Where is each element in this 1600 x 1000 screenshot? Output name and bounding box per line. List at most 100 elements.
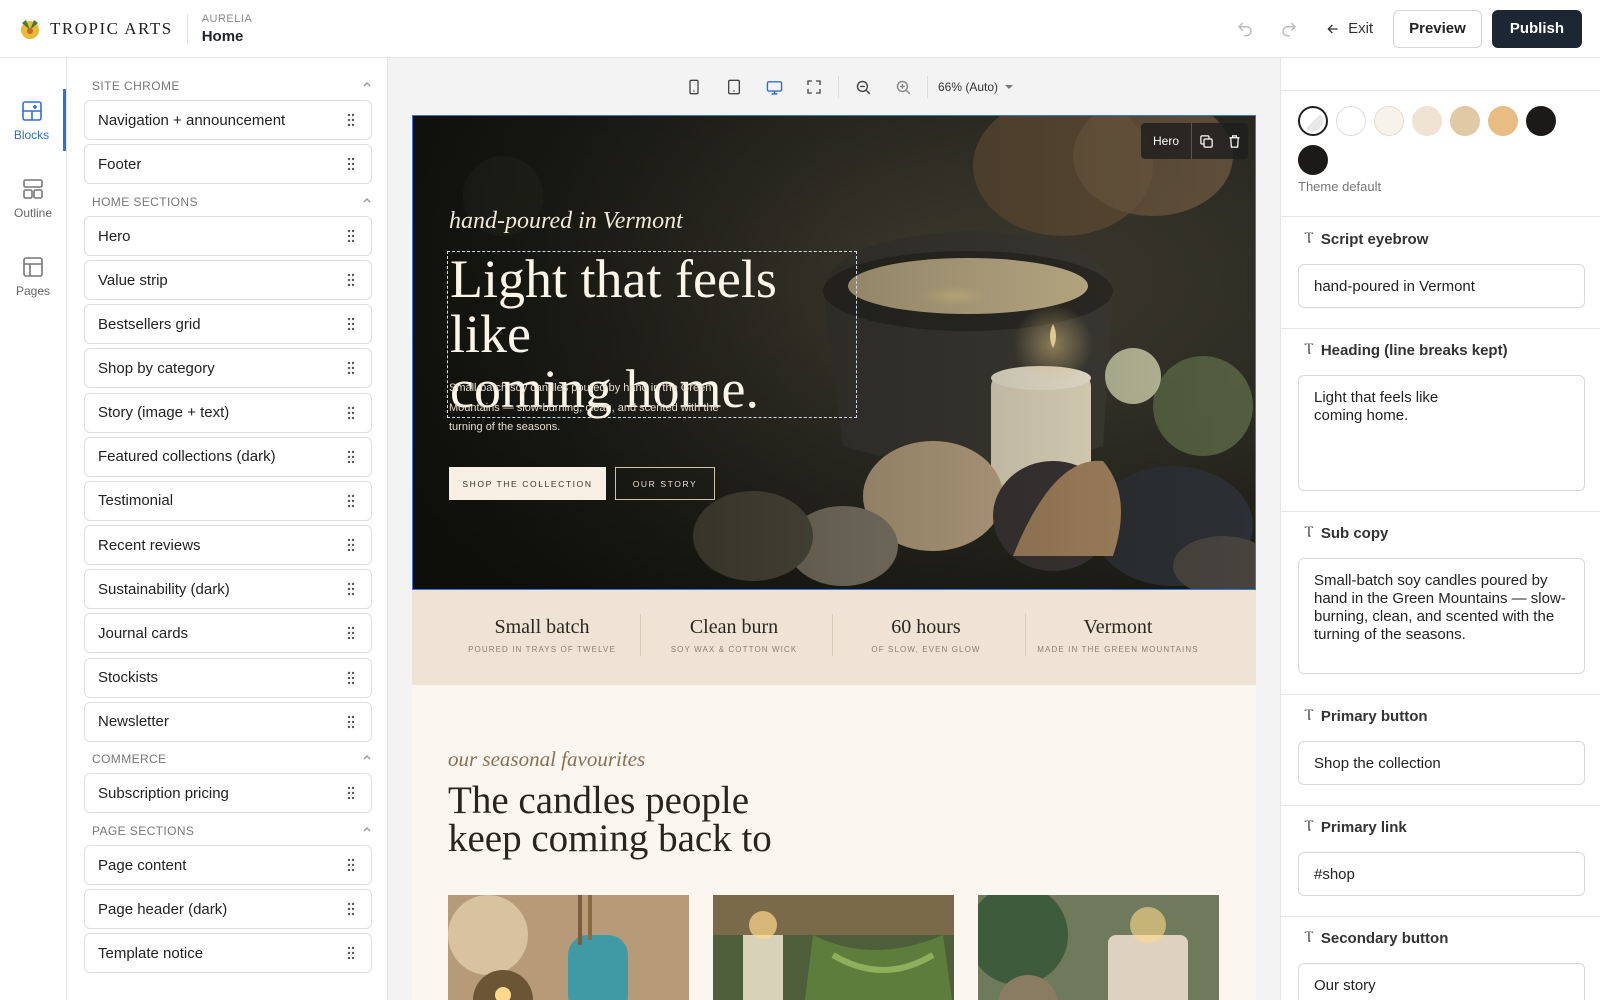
inspector-panel: Theme default Ⲧ Script eyebrow hand-poure…	[1280, 58, 1600, 1000]
value-item: Clean burn SOY WAX & COTTON WICK	[638, 616, 830, 654]
block-item[interactable]: Recent reviews	[84, 525, 372, 566]
swatch-black[interactable]	[1526, 106, 1556, 136]
arrow-left-icon	[1327, 24, 1338, 33]
outline-icon	[23, 178, 43, 199]
value-item: Small batch POURED IN TRAYS OF TWELVE	[446, 616, 638, 654]
drag-handle-icon[interactable]	[347, 406, 355, 420]
rail-item-blocks[interactable]: Blocks	[0, 89, 66, 151]
subcopy-textarea[interactable]: Small-batch soy candles poured by hand i…	[1298, 558, 1585, 674]
block-item[interactable]: Navigation + announcement	[84, 100, 372, 140]
block-item[interactable]: Page content	[84, 845, 372, 885]
redo-button[interactable]	[1267, 10, 1311, 48]
swatch-black-2[interactable]	[1298, 145, 1328, 175]
block-item[interactable]: Journal cards	[84, 613, 372, 654]
block-item[interactable]: Value strip	[84, 260, 372, 301]
drag-handle-icon[interactable]	[347, 361, 355, 375]
zoom-out-button[interactable]	[843, 74, 883, 100]
exit-button[interactable]: Exit	[1311, 20, 1393, 37]
drag-handle-icon[interactable]	[347, 229, 355, 243]
bestsellers-eyebrow[interactable]: our seasonal favourites	[448, 747, 645, 772]
block-item[interactable]: Template notice	[84, 933, 372, 974]
duplicate-button[interactable]	[1192, 134, 1220, 149]
primary-link-input[interactable]: #shop	[1298, 852, 1585, 896]
block-item[interactable]: Featured collections (dark)	[84, 436, 372, 477]
primary-button-input[interactable]: Shop the collection	[1298, 741, 1585, 785]
group-header[interactable]: COMMERCE	[92, 752, 372, 766]
swatch-white[interactable]	[1336, 106, 1366, 136]
drag-handle-icon[interactable]	[347, 113, 355, 127]
desktop-view-button[interactable]	[754, 74, 794, 100]
drag-handle-icon[interactable]	[347, 450, 355, 464]
rail-item-outline[interactable]: Outline	[0, 167, 66, 229]
swatch-amber[interactable]	[1488, 106, 1518, 136]
block-item[interactable]: Story (image + text)	[84, 392, 372, 433]
block-item[interactable]: Sustainability (dark)	[84, 569, 372, 610]
secondary-button-input[interactable]: Our story	[1298, 963, 1585, 1000]
product-photo-2	[713, 895, 954, 1000]
drag-handle-icon[interactable]	[347, 157, 355, 171]
mobile-view-button[interactable]	[674, 74, 714, 100]
group-header[interactable]: PAGE SECTIONS	[92, 824, 372, 838]
block-item[interactable]: Testimonial	[84, 480, 372, 521]
drag-handle-icon[interactable]	[347, 786, 355, 800]
text-type-icon: Ⲧ	[1304, 929, 1314, 946]
drag-handle-icon[interactable]	[347, 858, 355, 872]
hero-section[interactable]: Hero hand-poured in Vermont Light that f…	[412, 115, 1256, 590]
brand-logo[interactable]: TROPIC ARTS	[18, 17, 173, 41]
fullscreen-button[interactable]	[794, 74, 834, 100]
hero-secondary-button[interactable]: OUR STORY	[615, 467, 715, 500]
heading-textarea[interactable]: Light that feels like coming home.	[1298, 375, 1585, 491]
field-label: Ⲧ Primary link	[1304, 818, 1407, 836]
swatch-sand[interactable]	[1412, 106, 1442, 136]
product-card-image[interactable]	[448, 895, 689, 1000]
hero-eyebrow[interactable]: hand-poured in Vermont	[449, 208, 683, 235]
zoom-in-icon	[896, 80, 910, 94]
divider	[927, 76, 928, 98]
hero-primary-button[interactable]: SHOP THE COLLECTION	[449, 467, 606, 500]
block-item-label: Story (image + text)	[98, 404, 230, 422]
block-item[interactable]: Hero	[84, 216, 372, 256]
swatch-cream[interactable]	[1374, 106, 1404, 136]
drag-handle-icon[interactable]	[347, 317, 355, 331]
drag-handle-icon[interactable]	[347, 494, 355, 508]
bestsellers-heading[interactable]: The candles people keep coming back to	[448, 781, 772, 858]
block-item[interactable]: Stockists	[84, 657, 372, 698]
swatch-tan[interactable]	[1450, 106, 1480, 136]
block-item-label: Featured collections (dark)	[98, 448, 276, 466]
zoom-value: 66% (Auto)	[938, 80, 999, 94]
zoom-select[interactable]: 66% (Auto)	[938, 80, 1014, 94]
swatch-theme-default[interactable]	[1298, 106, 1328, 136]
tablet-view-button[interactable]	[714, 74, 754, 100]
group-header[interactable]: HOME SECTIONS	[92, 195, 372, 209]
block-item[interactable]: Page header (dark)	[84, 889, 372, 930]
block-item[interactable]: Shop by category	[84, 348, 372, 389]
value-strip-section[interactable]: Small batch POURED IN TRAYS OF TWELVE Cle…	[412, 590, 1256, 685]
block-item[interactable]: Newsletter	[84, 701, 372, 742]
drag-handle-icon[interactable]	[347, 946, 355, 960]
rail-item-pages[interactable]: Pages	[0, 245, 66, 307]
block-item[interactable]: Subscription pricing	[84, 773, 372, 813]
block-item[interactable]: Bestsellers grid	[84, 304, 372, 345]
product-card-image[interactable]	[978, 895, 1219, 1000]
block-item[interactable]: Footer	[84, 144, 372, 185]
group-header[interactable]: SITE CHROME	[92, 79, 372, 93]
publish-button[interactable]: Publish	[1491, 9, 1582, 48]
delete-button[interactable]	[1220, 134, 1248, 149]
drag-handle-icon[interactable]	[347, 538, 355, 552]
drag-handle-icon[interactable]	[347, 671, 355, 685]
drag-handle-icon[interactable]	[347, 626, 355, 640]
product-card-image[interactable]	[713, 895, 954, 1000]
divider	[1281, 805, 1600, 806]
hero-subcopy[interactable]: Small-batch soy candles poured by hand i…	[449, 379, 739, 438]
drag-handle-icon[interactable]	[347, 582, 355, 596]
drag-handle-icon[interactable]	[347, 273, 355, 287]
divider	[186, 13, 188, 44]
undo-button[interactable]	[1223, 10, 1267, 48]
drag-handle-icon[interactable]	[347, 715, 355, 729]
value-item: Vermont MADE IN THE GREEN MOUNTAINS	[1022, 616, 1214, 654]
group-title: PAGE SECTIONS	[92, 824, 195, 838]
preview-button[interactable]: Preview	[1393, 9, 1482, 48]
drag-handle-icon[interactable]	[347, 902, 355, 916]
zoom-in-button[interactable]	[883, 74, 923, 100]
eyebrow-input[interactable]: hand-poured in Vermont	[1298, 264, 1585, 308]
